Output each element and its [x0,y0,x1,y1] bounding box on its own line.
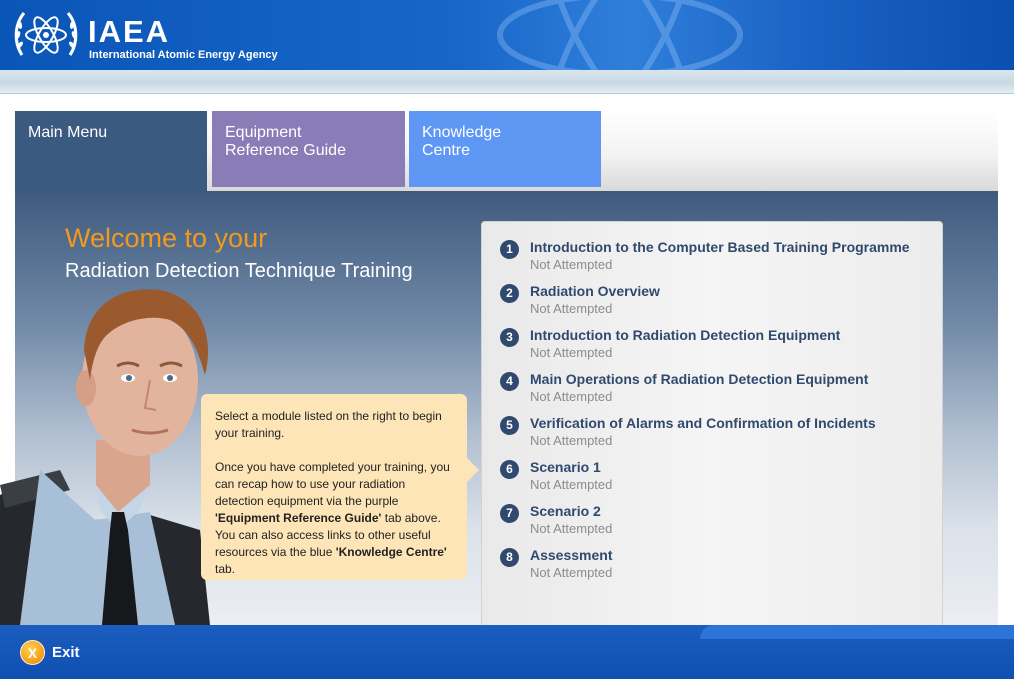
iaea-emblem-icon [14,12,78,56]
bubble-pointer [467,458,479,482]
module-number-badge: 4 [500,372,519,391]
module-number-badge: 1 [500,240,519,259]
tab-label: Knowledge [422,124,502,141]
tab-label: Reference Guide [225,142,346,159]
header-subbar [0,70,1014,94]
atom-watermark-icon [497,0,743,70]
module-status: Not Attempted [530,301,613,316]
exit-icon[interactable]: X [20,640,45,665]
module-number-badge: 7 [500,504,519,523]
knowledge-centre-reference: 'Knowledge Centre' [335,545,447,559]
tab-label: Centre [422,142,471,159]
module-status: Not Attempted [530,521,613,536]
exit-button[interactable]: X Exit [20,640,90,666]
tab-label: Main Menu [28,124,108,141]
module-list: 1 Introduction to the Computer Based Tra… [481,221,943,631]
tab-main-menu[interactable]: Main Menu [15,111,207,191]
module-status: Not Attempted [530,565,613,580]
equipment-guide-reference: 'Equipment Reference Guide' [215,511,382,525]
module-status: Not Attempted [530,257,613,272]
module-status: Not Attempted [530,389,613,404]
module-title[interactable]: Radiation Overview [530,283,660,299]
app-window: IAEA International Atomic Energy Agency … [0,0,1014,679]
module-status: Not Attempted [530,477,613,492]
welcome-heading: Welcome to your [65,223,268,253]
tab-equipment-reference-guide[interactable]: Equipment Reference Guide [212,111,405,187]
header-banner: IAEA International Atomic Energy Agency [0,0,1014,70]
tab-knowledge-centre[interactable]: Knowledge Centre [409,111,601,187]
module-title[interactable]: Introduction to the Computer Based Train… [530,239,910,255]
agency-name: International Atomic Energy Agency [89,49,278,61]
instruction-bubble: Select a module listed on the right to b… [201,394,479,580]
module-title[interactable]: Verification of Alarms and Confirmation … [530,415,876,431]
module-number-badge: 6 [500,460,519,479]
module-title[interactable]: Main Operations of Radiation Detection E… [530,371,868,387]
module-status: Not Attempted [530,345,613,360]
module-title[interactable]: Scenario 1 [530,459,601,475]
instructor-avatar [0,289,210,625]
module-title[interactable]: Assessment [530,547,613,563]
instruction-text: Select a module listed on the right to b… [215,409,442,440]
exit-label[interactable]: Exit [52,644,80,661]
module-title[interactable]: Scenario 2 [530,503,601,519]
logo-wordmark: IAEA [88,14,171,49]
module-status: Not Attempted [530,433,613,448]
module-number-badge: 3 [500,328,519,347]
instruction-text-part: Once you have completed your training, y… [215,460,450,508]
instruction-text: Once you have completed your training, y… [215,459,453,578]
footer-bar [0,625,1014,679]
tab-label: Equipment [225,124,302,141]
module-number-badge: 2 [500,284,519,303]
module-number-badge: 5 [500,416,519,435]
instruction-text-part: tab. [215,562,236,576]
module-title[interactable]: Introduction to Radiation Detection Equi… [530,327,840,343]
module-number-badge: 8 [500,548,519,567]
footer-highlight [700,625,1014,639]
